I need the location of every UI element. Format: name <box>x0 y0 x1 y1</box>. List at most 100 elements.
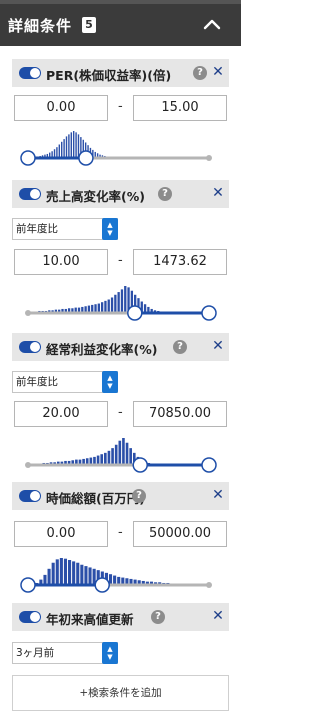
help-icon[interactable]: ? <box>151 610 165 624</box>
histogram-bar <box>47 568 51 585</box>
market-cap-min-input[interactable]: 0.00 <box>14 521 108 547</box>
close-icon[interactable]: ✕ <box>211 608 225 626</box>
histogram-bar <box>43 574 47 586</box>
histogram-bar <box>75 132 77 158</box>
slider-track-end <box>206 582 212 588</box>
sales-change-toggle[interactable] <box>19 188 41 200</box>
slider-max-handle[interactable] <box>94 577 110 593</box>
histogram-bar <box>122 438 125 465</box>
close-icon[interactable]: ✕ <box>211 185 225 203</box>
close-icon[interactable]: ✕ <box>211 338 225 356</box>
period-select-value: 3ヶ月前 <box>16 647 55 659</box>
slider-min-handle[interactable] <box>20 577 36 593</box>
profit-change-period-select[interactable]: 前年度比 ▲ ▼ <box>12 371 118 393</box>
histogram-bar <box>61 141 63 158</box>
sales-change-period-select[interactable]: 前年度比 ▲ ▼ <box>12 218 118 240</box>
histogram-bar <box>107 299 110 313</box>
select-arrow-icon: ▲ ▼ <box>102 371 118 393</box>
add-search-condition-button[interactable]: +検索条件を追加 <box>12 675 229 711</box>
market-cap-toggle[interactable] <box>19 490 41 502</box>
per-max-input[interactable]: 15.00 <box>133 95 227 121</box>
sales-change-header: 売上高変化率(%) ? ✕ <box>12 180 229 208</box>
select-arrow-icon: ▲ ▼ <box>102 218 118 240</box>
histogram-bar <box>125 442 129 465</box>
histogram-bar <box>80 564 84 585</box>
histogram-bar <box>58 144 61 158</box>
histogram-bar <box>72 131 75 158</box>
sales-change-title: 売上高変化率(%) <box>46 189 145 204</box>
sales-change-min-input[interactable]: 10.00 <box>14 249 108 275</box>
histogram-bar <box>72 561 76 586</box>
help-icon[interactable]: ? <box>158 187 172 201</box>
sales-change-max-input[interactable]: 1473.62 <box>133 249 227 275</box>
histogram-bar <box>118 440 122 465</box>
market-cap-histogram-slider[interactable] <box>0 551 241 599</box>
panel-header: 詳細条件 5 <box>0 0 241 46</box>
close-icon[interactable]: ✕ <box>211 64 225 82</box>
ytd-high-header: 年初来高値更新 ? ✕ <box>12 603 229 631</box>
slider-max-handle[interactable] <box>201 457 217 473</box>
histogram-bar <box>65 136 68 158</box>
histogram-bar <box>120 289 124 314</box>
per-histogram-slider[interactable] <box>0 124 241 172</box>
histogram-bar <box>110 297 114 314</box>
per-title: PER(株価収益率)(倍) <box>46 68 172 83</box>
histogram-bar <box>100 454 104 465</box>
histogram-bar <box>114 444 118 465</box>
histogram-bar <box>100 302 104 313</box>
slider-track-end <box>206 155 212 161</box>
slider-min-handle[interactable] <box>20 150 36 166</box>
ytd-high-toggle[interactable] <box>19 611 41 623</box>
ytd-high-title: 年初来高値更新 <box>46 612 134 627</box>
market-cap-title: 時価総額(百万円) <box>46 491 145 506</box>
profit-change-header: 経常利益変化率(%) ? ✕ <box>12 333 229 361</box>
slider-track-end <box>25 462 31 468</box>
help-icon[interactable]: ? <box>173 340 187 354</box>
market-cap-max-input[interactable]: 50000.00 <box>133 521 227 547</box>
histogram-bar <box>117 292 120 313</box>
profit-change-min-input[interactable]: 20.00 <box>14 401 108 427</box>
histogram-bar <box>124 286 127 313</box>
ytd-high-period-select[interactable]: 3ヶ月前 ▲ ▼ <box>12 642 118 664</box>
per-min-input[interactable]: 0.00 <box>14 95 108 121</box>
histogram-bar <box>59 558 63 585</box>
histogram-bar <box>76 562 80 585</box>
histogram-bar <box>114 294 117 313</box>
help-icon[interactable]: ? <box>132 489 146 503</box>
histogram-bar <box>88 567 92 585</box>
sales-change-histogram-slider[interactable] <box>0 279 241 327</box>
market-cap-header: 時価総額(百万円) ? ✕ <box>12 482 229 510</box>
per-toggle[interactable] <box>19 67 41 79</box>
histogram-bar <box>77 134 80 159</box>
panel-title: 詳細条件 <box>8 17 73 35</box>
histogram-bar <box>104 300 107 313</box>
detail-conditions-panel: 詳細条件 5 PER(株価収益率)(倍) ? ✕ 0.00 - 15.00 売上… <box>0 0 241 723</box>
histogram-bar <box>107 450 111 465</box>
profit-change-title: 経常利益変化率(%) <box>46 342 158 357</box>
slider-min-handle[interactable] <box>132 457 148 473</box>
close-icon[interactable]: ✕ <box>211 487 225 505</box>
histogram-bar <box>51 562 55 585</box>
chevron-up-icon[interactable] <box>200 14 224 36</box>
slider-min-handle[interactable] <box>127 305 143 321</box>
histogram-bar <box>84 566 88 585</box>
histogram-bar <box>68 134 70 159</box>
histogram-bar <box>56 147 58 158</box>
histogram-bar <box>70 132 72 158</box>
histogram-bar <box>63 139 65 158</box>
help-icon[interactable]: ? <box>193 66 207 80</box>
period-select-value: 前年度比 <box>16 376 58 388</box>
slider-track-end <box>25 310 31 316</box>
histogram-bar <box>68 560 72 585</box>
profit-change-max-input[interactable]: 70850.00 <box>133 401 227 427</box>
profit-change-toggle[interactable] <box>19 341 41 353</box>
histogram-bar <box>111 448 114 466</box>
slider-max-handle[interactable] <box>201 305 217 321</box>
select-arrow-icon: ▲ ▼ <box>102 642 118 664</box>
per-header: PER(株価収益率)(倍) ? ✕ <box>12 59 229 87</box>
histogram-bar <box>104 452 107 465</box>
histogram-bar <box>63 558 68 585</box>
histogram-bar <box>55 559 59 585</box>
slider-max-handle[interactable] <box>78 150 94 166</box>
profit-change-histogram-slider[interactable] <box>0 431 241 479</box>
